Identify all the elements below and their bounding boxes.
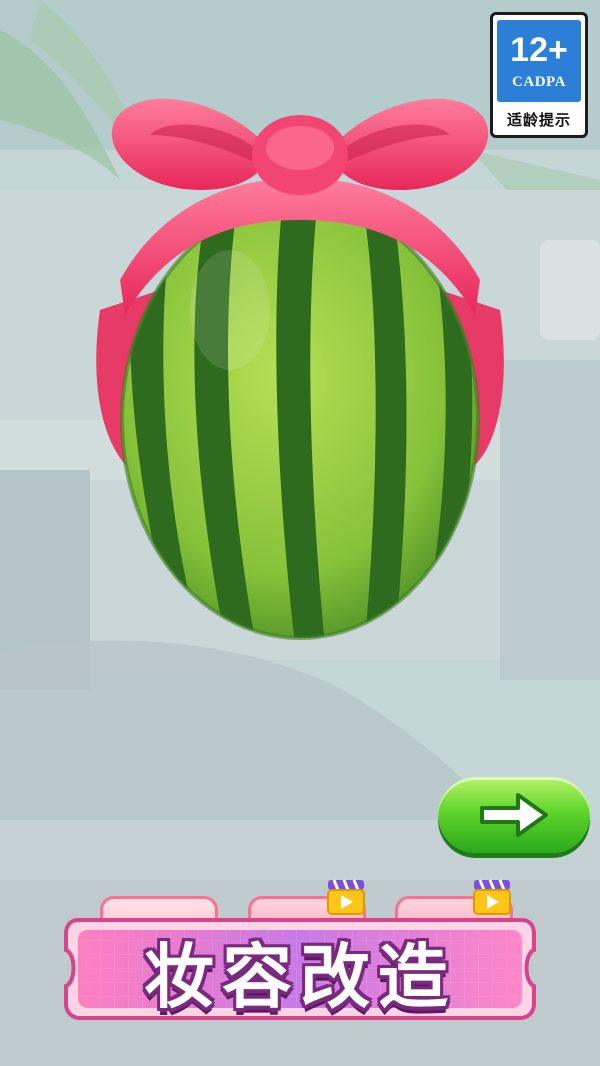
age-rating-value: 12+ (510, 30, 568, 69)
video-ad-icon (327, 879, 365, 915)
age-rating-hint: 适龄提示 (506, 111, 571, 129)
game-scene: 12+ CADPA 适龄提示 妆容改造 (0, 0, 600, 1066)
character-watermelon-face (96, 98, 504, 640)
arrow-right-icon (480, 793, 548, 837)
age-rating-panel: 12+ CADPA (497, 20, 581, 102)
video-ad-icon (473, 879, 511, 915)
age-rating-org: CADPA (512, 73, 566, 90)
next-button[interactable] (438, 777, 590, 853)
age-rating-badge: 12+ CADPA 适龄提示 (490, 12, 588, 138)
screen-title: 妆容改造 (144, 935, 456, 1018)
